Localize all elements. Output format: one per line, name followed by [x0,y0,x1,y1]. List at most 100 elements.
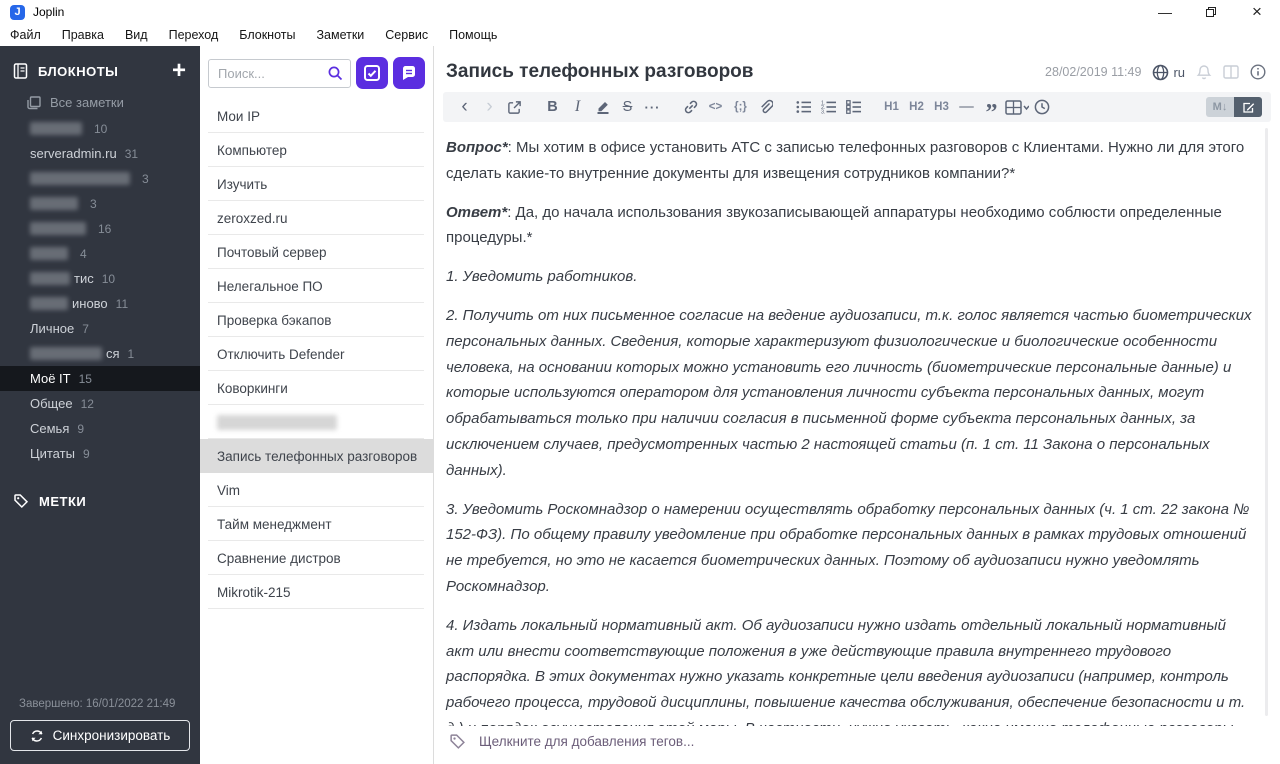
spellcheck-locale[interactable]: ru [1152,64,1185,81]
locale-label: ru [1173,64,1185,80]
note-list-item[interactable]: Почтовый сервер [200,235,433,269]
menu-item-Переход[interactable]: Переход [169,28,219,42]
note-list-item[interactable]: Запись телефонных разговоров [200,439,433,473]
sync-status: Завершено: 16/01/2022 21:49 [19,698,176,710]
note-list-item[interactable]: Изучить [200,167,433,201]
note-list-item[interactable]: Проверка бэкапов [200,303,433,337]
note-list-item[interactable]: Нелегальное ПО [200,269,433,303]
datetime-icon[interactable] [1029,92,1054,122]
notebook-note-count: 4 [80,246,87,261]
note-list-item[interactable]: Vim [200,473,433,507]
note-list-item[interactable]: Отключить Defender [200,337,433,371]
sidebar-notebook-item[interactable]: иново 11 [0,291,200,316]
horizontal-rule-icon[interactable]: — [954,92,979,122]
window-title: Joplin [33,5,65,19]
checkbox-list-icon[interactable] [841,92,866,122]
note-list-item[interactable]: Компьютер [200,133,433,167]
heading2-icon[interactable]: H2 [904,92,929,122]
split-columns-icon [1223,65,1239,79]
sidebar-notebook-item[interactable]: Моё IT 15 [0,366,200,391]
heading3-icon[interactable]: H3 [929,92,954,122]
italic-icon[interactable]: I [565,92,590,122]
strikethrough-icon[interactable]: S [615,92,640,122]
code-block-icon[interactable]: {;} [728,92,753,122]
sidebar-notebook-item[interactable]: Личное 7 [0,316,200,341]
sidebar-notebook-item[interactable]: Общее 12 [0,391,200,416]
sidebar-notebook-item[interactable]: 16 [0,216,200,241]
titlebar: J Joplin — × [0,0,1280,24]
tag-bar[interactable]: Щелкните для добавления тегов... [434,726,1280,764]
menu-item-Файл[interactable]: Файл [10,28,41,42]
editor-toggle-group: M↓ [1206,97,1262,117]
note-properties-button[interactable] [1250,64,1266,80]
attach-file-icon[interactable] [753,92,778,122]
blockquote-icon[interactable]: ” [979,92,1004,125]
menu-item-Вид[interactable]: Вид [125,28,148,42]
redacted-text [30,222,86,235]
menu-item-Блокноты[interactable]: Блокноты [239,28,295,42]
bold-icon[interactable]: B [540,92,565,122]
note-title-label: Тайм менеджмент [217,516,332,532]
sidebar-notebook-item[interactable]: 4 [0,241,200,266]
numbered-list-icon[interactable]: 1. 2. 3. [816,92,841,122]
sidebar-notebook-item[interactable]: 10 [0,116,200,141]
back-icon[interactable]: ‹ [452,92,477,122]
note-list-item[interactable] [200,405,433,439]
menu-item-Сервис[interactable]: Сервис [385,28,428,42]
highlight-pen-icon[interactable] [590,92,615,122]
notebook-label: ся [106,346,120,361]
sync-button[interactable]: Синхронизировать [10,720,190,751]
menu-item-Заметки[interactable]: Заметки [316,28,364,42]
table-icon[interactable] [1004,92,1029,122]
bullet-list-icon[interactable] [791,92,816,122]
restore-button[interactable] [1188,0,1234,24]
add-notebook-button[interactable]: + [172,59,186,83]
menu-item-Помощь[interactable]: Помощь [449,28,497,42]
notebook-note-count: 11 [115,296,129,311]
new-todo-button[interactable] [356,57,388,89]
forward-icon[interactable]: › [477,92,502,122]
note-list-item[interactable]: Коворкинги [200,371,433,405]
note-list-item[interactable]: Mikrotik-215 [200,575,433,609]
sidebar-notebook-item[interactable]: Цитаты 9 [0,441,200,466]
sidebar-item-all-notes[interactable]: Все заметки [0,90,200,116]
notebook-label: Общее [30,396,73,411]
hyperlink-icon[interactable] [678,92,703,122]
note-list-item[interactable]: Сравнение дистров [200,541,433,575]
note-title-label: Почтовый сервер [217,244,327,260]
inline-code-icon[interactable]: <> [703,92,728,122]
new-note-button[interactable] [393,57,425,89]
markdown-toggle-button[interactable]: M↓ [1206,97,1234,117]
close-button[interactable]: × [1234,0,1280,24]
heading1-icon[interactable]: H1 [879,92,904,122]
tags-title: МЕТКИ [39,493,87,509]
sidebar-notebook-item[interactable]: 3 [0,166,200,191]
alarm-button[interactable] [1196,64,1212,80]
note-list-item[interactable]: zeroxzed.ru [200,201,433,235]
scrollbar[interactable] [1265,128,1268,716]
layout-toggle-button[interactable] [1223,65,1239,79]
search-box [208,58,351,88]
note-list-item[interactable]: Мои IP [200,99,433,133]
new-todo-icon [364,65,380,81]
note-body[interactable]: Вопрос*: Мы хотим в офисе установить АТС… [434,122,1280,726]
redacted-text [30,272,70,285]
note-title[interactable]: Запись телефонных разговоров [446,61,753,83]
note-title-label: Проверка бэкапов [217,312,332,328]
note-title-label: Коворкинги [217,380,288,396]
sidebar-notebook-item[interactable]: Семья 9 [0,416,200,441]
minimize-button[interactable]: — [1142,0,1188,24]
notebooks-title: БЛОКНОТЫ [38,63,119,79]
sidebar-notebook-item[interactable]: ся 1 [0,341,200,366]
sidebar-notebook-item[interactable]: 3 [0,191,200,216]
sidebar-notebook-item[interactable]: тис 10 [0,266,200,291]
more-options-icon[interactable]: ··· [640,92,665,122]
note-paragraph: 1. Уведомить работников. [446,268,638,286]
richtext-toggle-button[interactable] [1234,97,1262,117]
menu-item-Правка[interactable]: Правка [62,28,104,42]
sidebar-notebook-item[interactable]: serveradmin.ru 31 [0,141,200,166]
sidebar-footer: Завершено: 16/01/2022 21:49 Синхронизиро… [0,698,200,764]
note-list-item[interactable]: Тайм менеджмент [200,507,433,541]
window-controls: — × [1142,0,1280,24]
external-edit-icon[interactable] [502,92,527,122]
